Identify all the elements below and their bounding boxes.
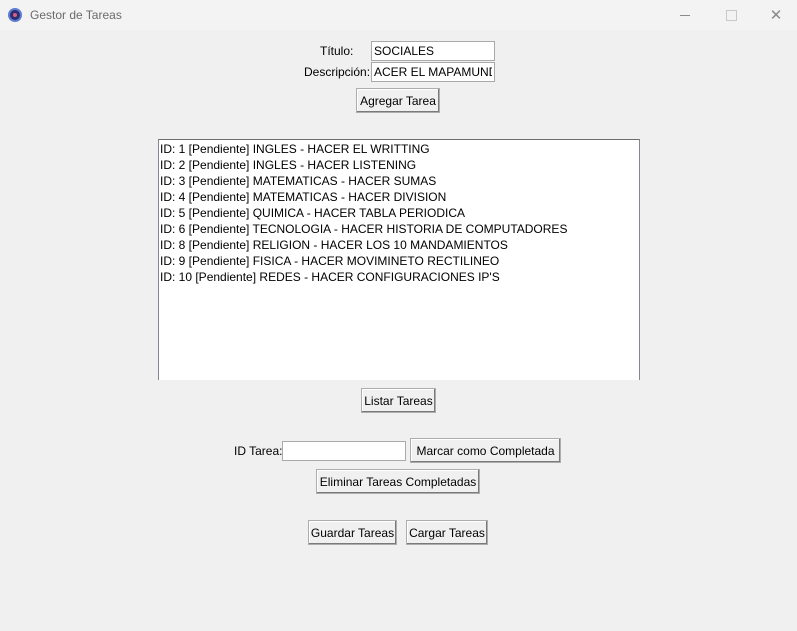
minimize-button[interactable] [662, 0, 708, 30]
task-listbox[interactable]: ID: 1 [Pendiente] INGLES - HACER EL WRIT… [158, 139, 640, 380]
list-tasks-button[interactable]: Listar Tareas [361, 388, 436, 413]
mark-completed-button[interactable]: Marcar como Completada [410, 438, 561, 463]
add-task-button[interactable]: Agregar Tarea [356, 88, 440, 113]
task-list-item[interactable]: ID: 4 [Pendiente] MATEMATICAS - HACER DI… [159, 189, 639, 205]
task-list-item[interactable]: ID: 1 [Pendiente] INGLES - HACER EL WRIT… [159, 141, 639, 157]
task-list-item[interactable]: ID: 10 [Pendiente] REDES - HACER CONFIGU… [159, 269, 639, 285]
task-list-item[interactable]: ID: 8 [Pendiente] RELIGION - HACER LOS 1… [159, 237, 639, 253]
close-button[interactable]: ✕ [753, 0, 797, 30]
save-tasks-button[interactable]: Guardar Tareas [308, 520, 397, 545]
task-list-item[interactable]: ID: 2 [Pendiente] INGLES - HACER LISTENI… [159, 157, 639, 173]
id-task-input[interactable] [282, 441, 406, 461]
maximize-icon [725, 9, 737, 21]
descripcion-label: Descripción: [304, 65, 371, 79]
titulo-label: Título: [320, 44, 354, 58]
maximize-button[interactable] [708, 0, 754, 30]
task-list-item[interactable]: ID: 9 [Pendiente] FISICA - HACER MOVIMIN… [159, 253, 639, 269]
task-list-item[interactable]: ID: 5 [Pendiente] QUIMICA - HACER TABLA … [159, 205, 639, 221]
load-tasks-button[interactable]: Cargar Tareas [406, 520, 488, 545]
titulo-input[interactable] [371, 41, 495, 61]
descripcion-input[interactable] [371, 62, 495, 82]
task-list-item[interactable]: ID: 6 [Pendiente] TECNOLOGIA - HACER HIS… [159, 221, 639, 237]
title-bar: Gestor de Tareas ✕ [0, 0, 797, 30]
close-icon: ✕ [769, 7, 783, 24]
task-list-item[interactable]: ID: 3 [Pendiente] MATEMATICAS - HACER SU… [159, 173, 639, 189]
minimize-icon [680, 14, 690, 16]
delete-completed-button[interactable]: Eliminar Tareas Completadas [316, 469, 480, 494]
id-task-label: ID Tarea: [234, 444, 283, 458]
app-icon [8, 8, 22, 22]
window-title: Gestor de Tareas [30, 8, 122, 22]
